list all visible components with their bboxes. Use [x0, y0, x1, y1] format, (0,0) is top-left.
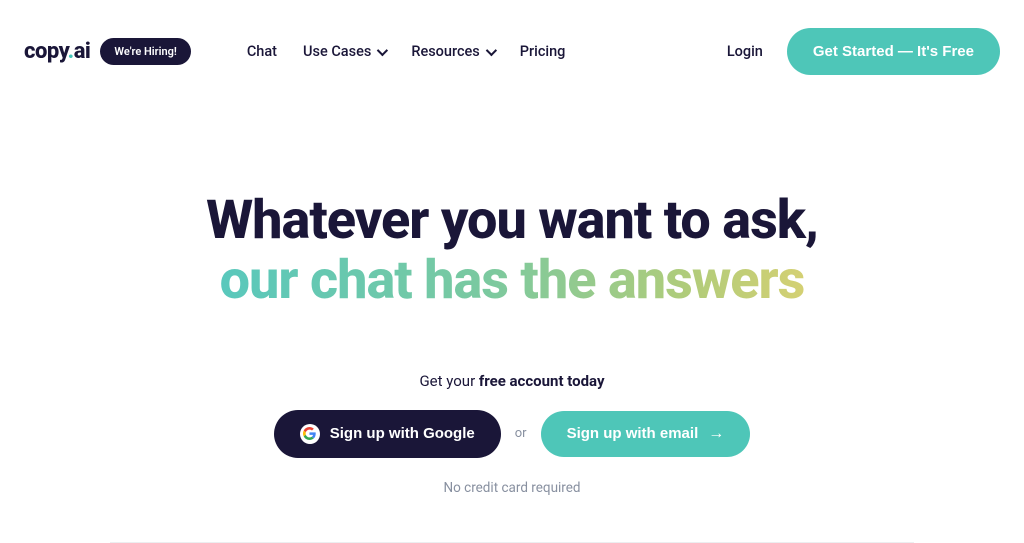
hero-subheading: Get your free account today	[0, 372, 1024, 390]
login-link[interactable]: Login	[727, 43, 763, 60]
nav-chat[interactable]: Chat	[247, 43, 277, 60]
nav-pricing-label: Pricing	[520, 43, 566, 60]
signup-google-button[interactable]: Sign up with Google	[274, 410, 501, 458]
get-started-button[interactable]: Get Started — It's Free	[787, 28, 1000, 75]
nav-resources[interactable]: Resources	[411, 43, 493, 60]
hero-line2: our chat has the answers	[220, 251, 805, 311]
hiring-badge[interactable]: We're Hiring!	[100, 38, 190, 65]
hero-heading: Whatever you want to ask, our chat has t…	[0, 191, 1024, 312]
sub-bold: free account today	[479, 372, 605, 390]
hero: Whatever you want to ask, our chat has t…	[0, 99, 1024, 496]
get-started-label: Get Started — It's Free	[813, 43, 974, 60]
nav-chat-label: Chat	[247, 43, 277, 60]
google-icon	[300, 424, 320, 444]
arrow-right-icon: →	[708, 425, 724, 443]
header: copy.ai We're Hiring! Chat Use Cases Res…	[0, 0, 1024, 99]
login-label: Login	[727, 43, 763, 60]
hiring-badge-label: We're Hiring!	[114, 45, 176, 58]
logo-suffix: ai	[74, 39, 91, 64]
signup-row: Sign up with Google or Sign up with emai…	[0, 410, 1024, 458]
chevron-down-icon	[377, 44, 388, 55]
header-right: Login Get Started — It's Free	[727, 28, 1000, 75]
nav-use-cases-label: Use Cases	[303, 43, 371, 60]
logo-prefix: copy	[24, 39, 68, 64]
main-nav: Chat Use Cases Resources Pricing	[247, 43, 566, 60]
nav-pricing[interactable]: Pricing	[520, 43, 566, 60]
chevron-down-icon	[486, 44, 497, 55]
signup-email-button[interactable]: Sign up with email →	[541, 411, 751, 457]
logo[interactable]: copy.ai	[24, 39, 90, 64]
logo-group: copy.ai We're Hiring!	[24, 38, 191, 65]
no-credit-card-text: No credit card required	[0, 480, 1024, 496]
signup-google-label: Sign up with Google	[330, 425, 475, 442]
google-g-icon	[303, 427, 316, 440]
sub-lead: Get your	[419, 372, 478, 390]
or-text: or	[515, 426, 527, 441]
signup-email-label: Sign up with email	[567, 425, 699, 442]
hero-line1: Whatever you want to ask,	[206, 189, 818, 252]
nav-resources-label: Resources	[411, 43, 479, 60]
nav-use-cases[interactable]: Use Cases	[303, 43, 385, 60]
